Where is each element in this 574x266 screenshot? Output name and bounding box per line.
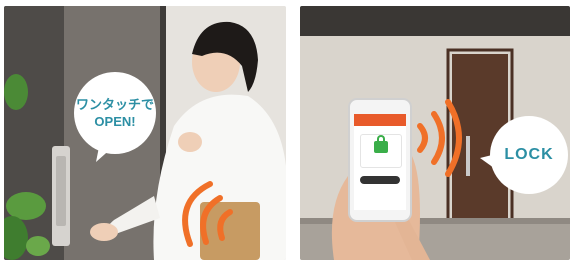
smartphone [348, 98, 412, 222]
phone-screen [354, 114, 406, 210]
bubble-text-line2: OPEN! [94, 114, 136, 129]
speech-bubble-lock: LOCK [490, 116, 568, 194]
lock-status-card [360, 134, 402, 168]
app-lock-button[interactable] [360, 176, 400, 184]
roof-overhang [300, 6, 570, 36]
app-header-bar [354, 114, 406, 126]
left-photo-panel: ワンタッチで OPEN! [4, 6, 286, 260]
bubble-text-line1: ワンタッチで [75, 97, 154, 112]
speech-bubble-open: ワンタッチで OPEN! [74, 72, 156, 154]
bubble-text-lock: LOCK [504, 146, 554, 163]
lock-touch-area [56, 156, 66, 226]
lock-icon [374, 141, 388, 153]
right-photo-panel: LOCK [300, 6, 570, 260]
door-handle [466, 136, 470, 176]
